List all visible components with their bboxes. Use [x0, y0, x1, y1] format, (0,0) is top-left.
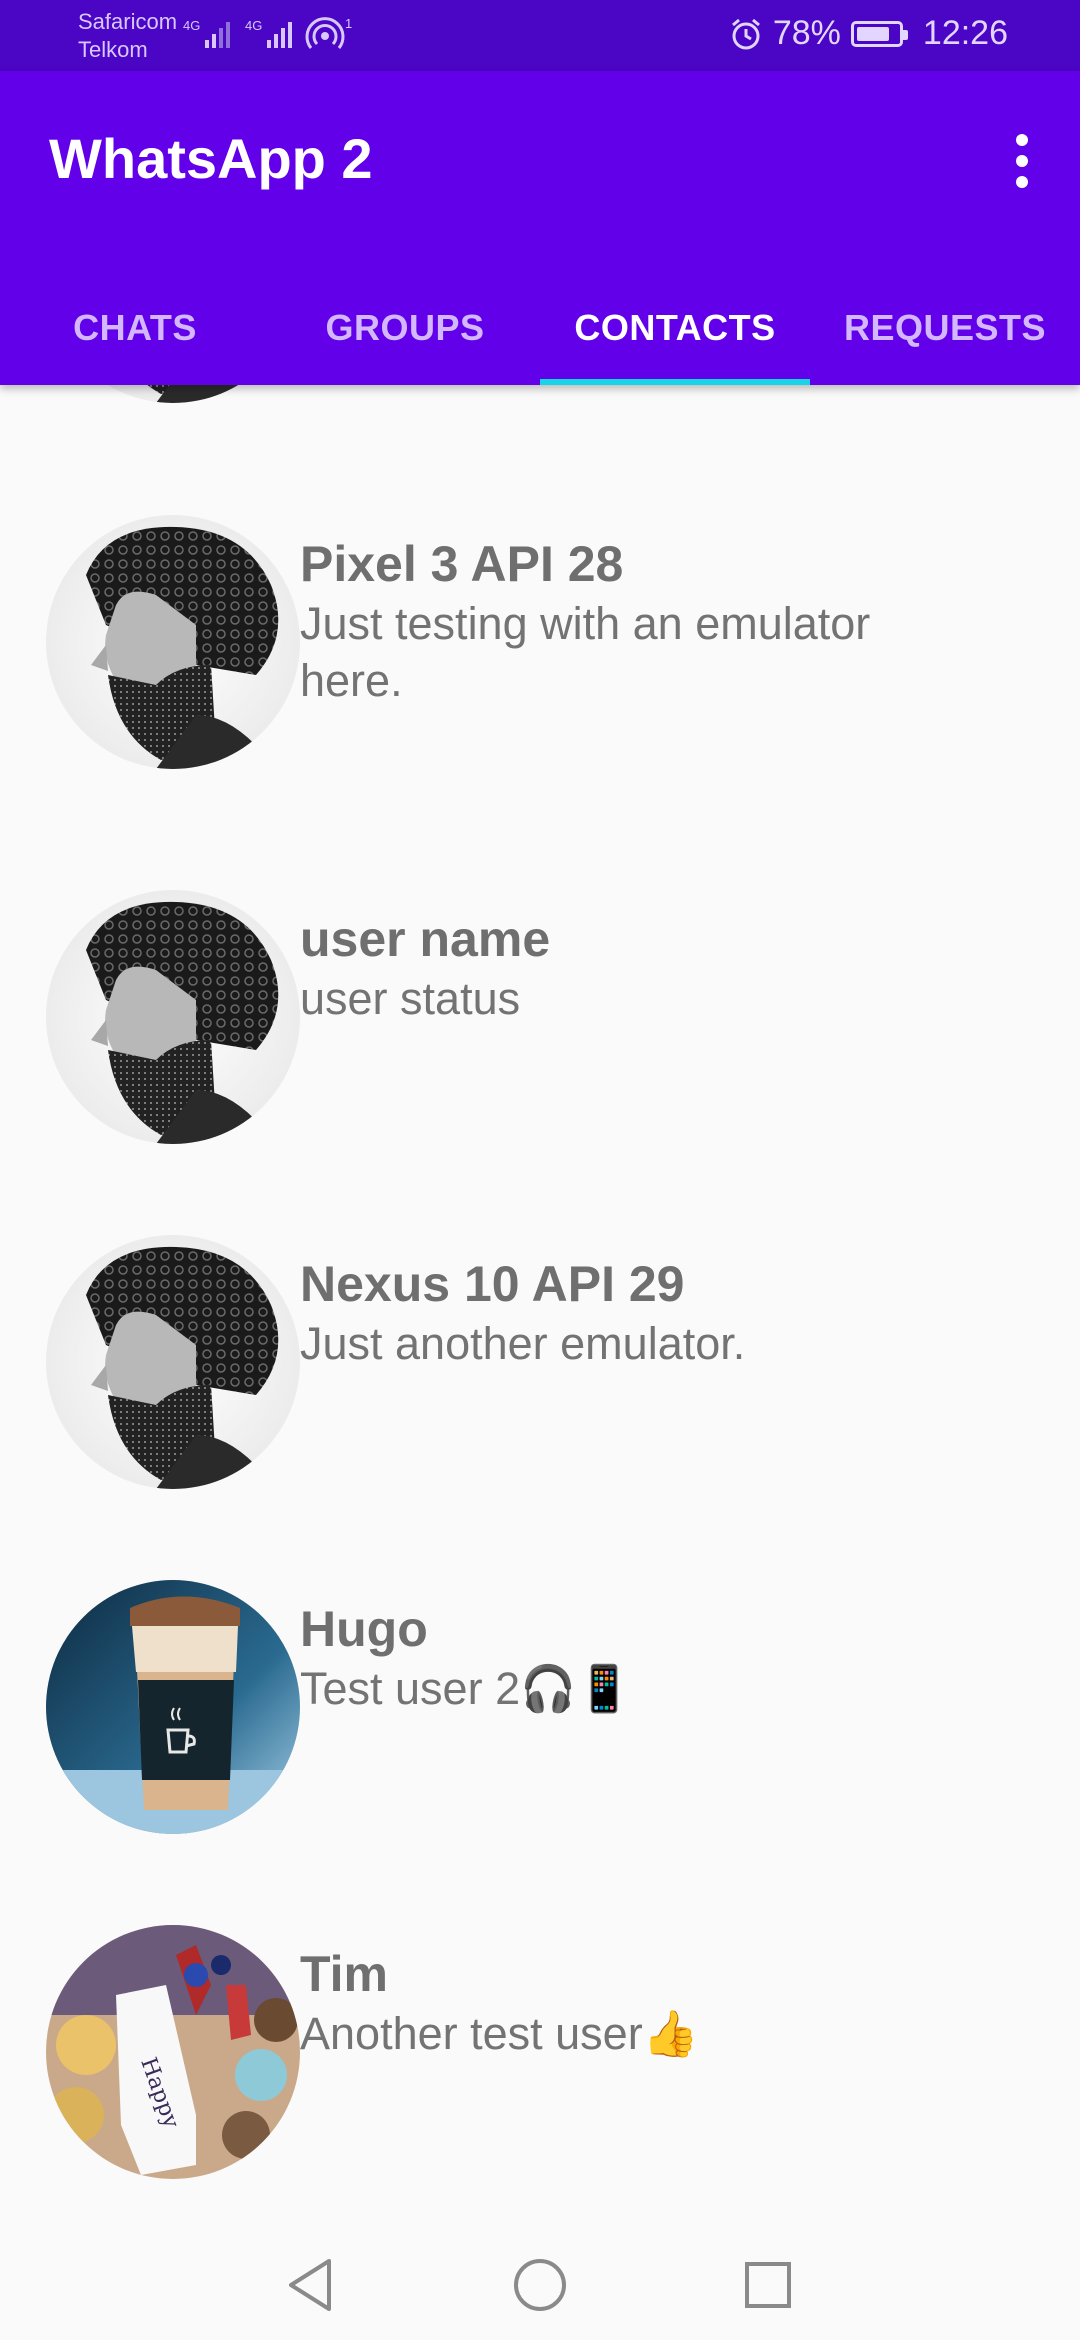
contact-avatar[interactable] — [46, 1235, 300, 1489]
status-bar: Safaricom Telkom 4G 4G 1 78% 12:26 — [0, 0, 1080, 71]
contact-status: Just testing with an emulator here. — [300, 598, 871, 706]
contact-item-nexus-10[interactable]: Nexus 10 API 29 Just another emulator. — [0, 1235, 1080, 1515]
status-right: 78% 12:26 — [729, 14, 1008, 53]
hotspot-icon: 1 — [305, 16, 352, 49]
home-circle-icon[interactable] — [508, 2253, 572, 2317]
contact-name: Nexus 10 API 29 — [300, 1256, 685, 1312]
alarm-icon — [731, 18, 760, 49]
contact-status: Just another emulator. — [300, 1318, 746, 1369]
hotspot-count: 1 — [345, 16, 352, 31]
recents-square-icon[interactable] — [736, 2253, 800, 2317]
tab-chats[interactable]: CHATS — [0, 271, 270, 385]
contact-name: user name — [300, 911, 551, 967]
battery-percent: 78% — [772, 14, 841, 52]
carrier-2: Telkom — [78, 37, 148, 62]
contact-name: Pixel 3 API 28 — [300, 536, 624, 592]
tab-requests[interactable]: REQUESTS — [810, 271, 1080, 385]
contact-item-user-name[interactable]: user name user status — [0, 890, 1080, 1170]
contact-status: user status — [300, 973, 521, 1024]
tab-contacts[interactable]: CONTACTS — [540, 271, 810, 385]
contact-name: Tim — [300, 1946, 388, 2002]
signal-strength-2-icon: 4G — [245, 18, 292, 48]
tab-groups[interactable]: GROUPS — [270, 271, 540, 385]
contact-item-pixel-3[interactable]: Pixel 3 API 28 Just testing with an emul… — [0, 515, 1080, 795]
app-title: WhatsApp 2 — [49, 127, 373, 190]
signal-strength-1-icon: 4G — [183, 18, 230, 48]
carrier-1: Safaricom — [78, 9, 178, 34]
contact-name: Hugo — [300, 1601, 428, 1657]
battery-icon — [850, 20, 908, 47]
contact-avatar[interactable] — [46, 515, 300, 769]
contact-avatar[interactable] — [46, 1925, 300, 2179]
app-bar: WhatsApp 2 CHATS GROUPS CONTACTS REQUEST… — [0, 71, 1080, 385]
network-type-1: 4G — [183, 18, 200, 33]
contact-status: Another test user👍 — [300, 2008, 699, 2059]
network-type-2: 4G — [245, 18, 262, 33]
contact-item-hugo[interactable]: Hugo Test user 2🎧📱 — [0, 1580, 1080, 1860]
contact-status: Test user 2🎧📱 — [300, 1663, 633, 1714]
more-options-icon[interactable] — [994, 121, 1050, 201]
clock: 12:26 — [922, 14, 1008, 52]
tab-bar: CHATS GROUPS CONTACTS REQUESTS — [0, 271, 1080, 385]
carrier-labels: Safaricom Telkom — [78, 8, 177, 64]
system-nav-bar — [0, 2228, 1080, 2340]
back-triangle-icon[interactable] — [278, 2253, 342, 2317]
contact-avatar[interactable] — [46, 1580, 300, 1834]
contact-avatar[interactable] — [46, 890, 300, 1144]
contact-item-tim[interactable]: Tim Another test user👍 — [0, 1925, 1080, 2205]
